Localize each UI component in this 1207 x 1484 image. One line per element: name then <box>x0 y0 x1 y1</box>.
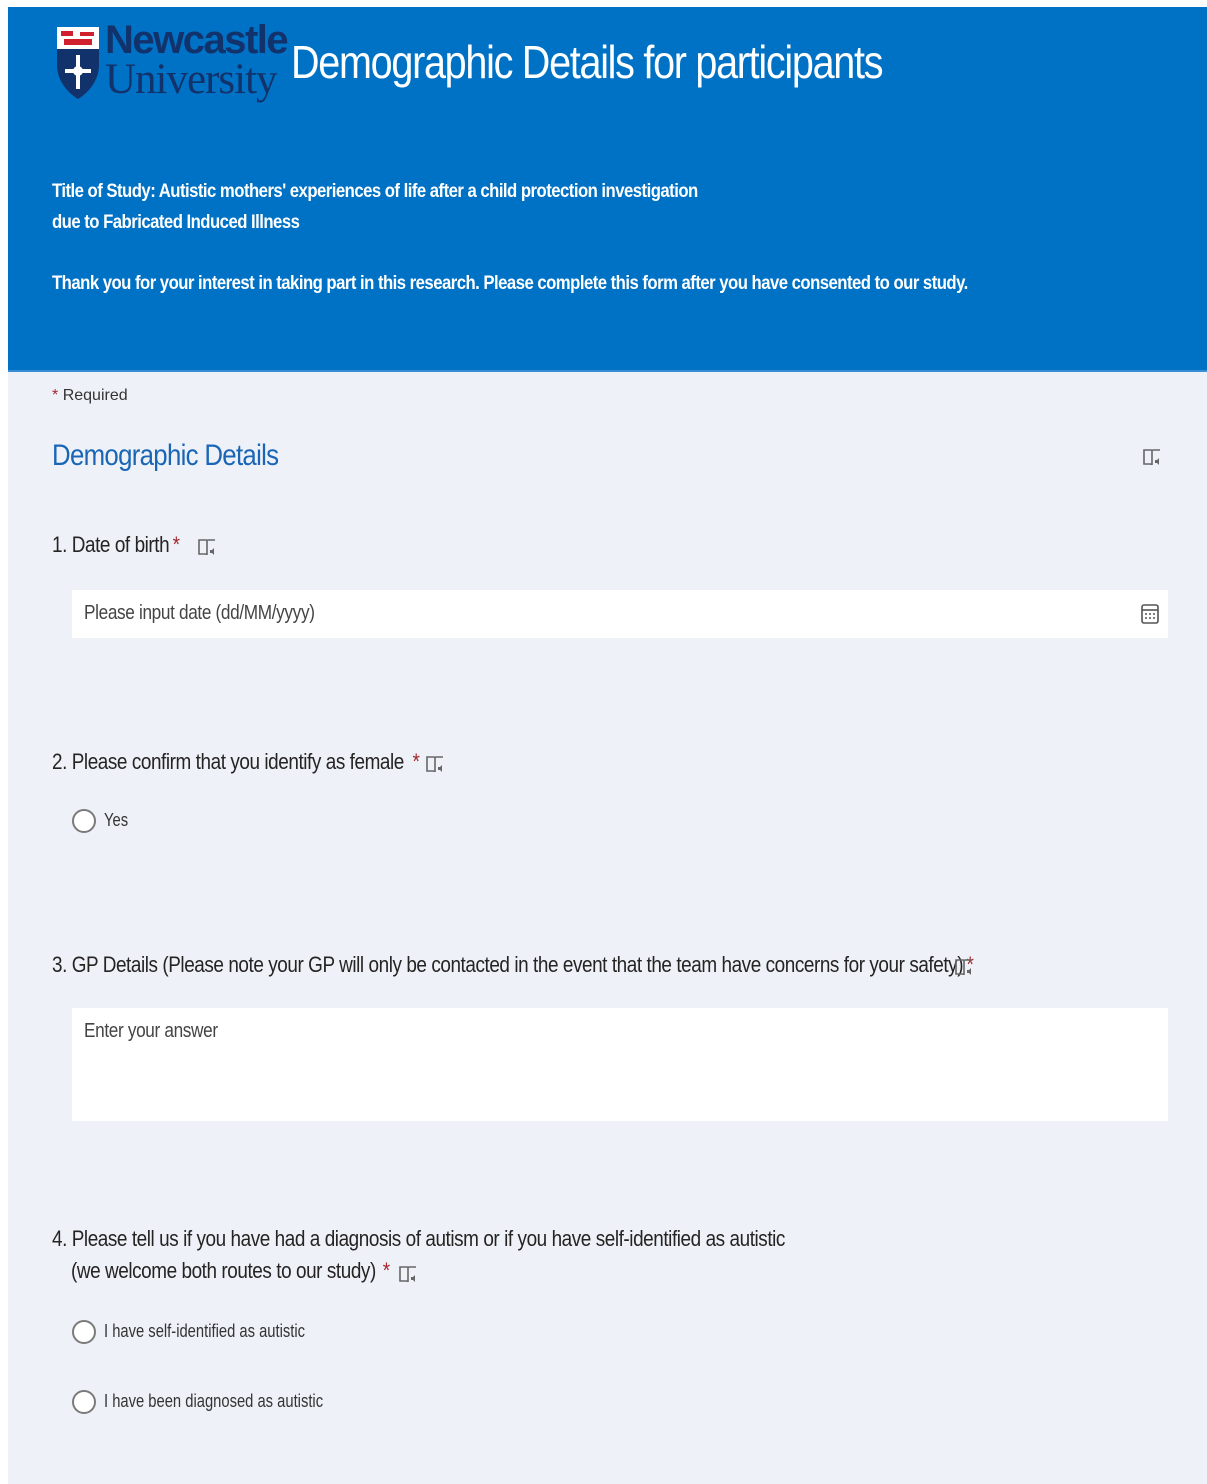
form-page: Newcastle University Demographic Details… <box>8 7 1207 1484</box>
immersive-reader-icon[interactable] <box>954 957 974 979</box>
gp-details-textarea[interactable]: Enter your answer <box>72 1008 1168 1121</box>
question-1-title: 1. Date of birth * <box>52 532 180 558</box>
description-thank-you: Thank you for your interest in taking pa… <box>52 273 968 294</box>
required-note: * Required <box>52 387 128 405</box>
radio-label-yes: Yes <box>104 810 129 830</box>
required-star: * <box>412 749 420 774</box>
radio-label-diagnosed: I have been diagnosed as autistic <box>104 1391 324 1411</box>
radio-button[interactable] <box>72 1390 96 1414</box>
required-star: * <box>382 1258 390 1283</box>
description-study-title-line1: Title of Study: Autistic mothers' experi… <box>52 181 698 202</box>
question-2-text: 2. Please confirm that you identify as f… <box>52 749 404 774</box>
required-star: * <box>52 387 59 404</box>
date-of-birth-input[interactable]: Please input date (dd/MM/yyyy) <box>72 590 1168 638</box>
university-logo: Newcastle University <box>55 19 289 111</box>
question-2-title: 2. Please confirm that you identify as f… <box>52 749 420 775</box>
description-study-title-line2: due to Fabricated Induced Illness <box>52 212 300 233</box>
logo-wordmark-university: University <box>105 56 278 103</box>
logo-wordmark-newcastle: Newcastle <box>105 18 289 62</box>
question-4-title-line2: (we welcome both routes to our study) * <box>71 1258 390 1284</box>
header-banner: Newcastle University Demographic Details… <box>8 7 1207 372</box>
radio-button[interactable] <box>72 1320 96 1344</box>
required-star: * <box>172 532 180 557</box>
question-4-title-line1: 4. Please tell us if you have had a diag… <box>52 1226 785 1251</box>
date-of-birth-placeholder: Please input date (dd/MM/yyyy) <box>84 602 315 624</box>
gp-details-placeholder: Enter your answer <box>84 1020 218 1042</box>
radio-label-self-identified: I have self-identified as autistic <box>104 1321 306 1341</box>
immersive-reader-icon[interactable] <box>425 754 445 776</box>
question-3-text: 3. GP Details (Please note your GP will … <box>52 952 964 977</box>
required-label: Required <box>62 387 128 404</box>
immersive-reader-icon[interactable] <box>1142 447 1162 469</box>
shield-crest-icon <box>57 27 99 99</box>
immersive-reader-icon[interactable] <box>197 537 217 559</box>
radio-button[interactable] <box>72 809 96 833</box>
form-title: Demographic Details for participants <box>291 36 883 88</box>
section-title: Demographic Details <box>52 439 279 472</box>
question-3-title: 3. GP Details (Please note your GP will … <box>52 952 974 978</box>
question-1-text: 1. Date of birth <box>52 532 170 557</box>
calendar-icon[interactable] <box>1140 603 1160 625</box>
question-4-text-line2: (we welcome both routes to our study) <box>71 1258 376 1283</box>
immersive-reader-icon[interactable] <box>398 1264 418 1286</box>
